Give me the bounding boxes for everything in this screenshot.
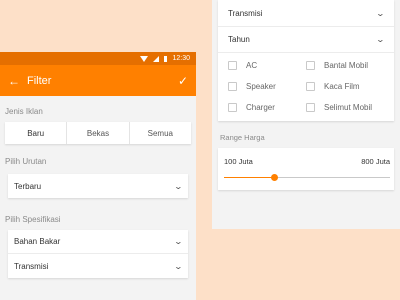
- check-icon[interactable]: ✓: [178, 75, 188, 87]
- urutan-value: Terbaru: [14, 181, 42, 191]
- chevron-down-icon: ⌄: [375, 8, 386, 18]
- filter-screen-left: 12:30 ← Filter ✓ Jenis Iklan Baru Bekas …: [0, 52, 196, 300]
- dropdown-label: Transmisi: [228, 8, 263, 18]
- spesifikasi-item-label: Bahan Bakar: [14, 237, 61, 246]
- dropdown-tahun[interactable]: Tahun ⌄: [218, 27, 394, 53]
- checkbox-label: Selimut Mobil: [324, 102, 373, 112]
- segment-bekas[interactable]: Bekas: [67, 122, 130, 144]
- checkbox-label: Kaca Film: [324, 81, 360, 91]
- range-max-label: 800 Juta: [361, 157, 390, 166]
- dropdown-transmisi[interactable]: Transmisi ⌄: [218, 0, 394, 27]
- price-slider-track[interactable]: [224, 174, 390, 181]
- checkbox-box[interactable]: [228, 81, 237, 91]
- app-bar: ← Filter ✓: [0, 65, 196, 96]
- spesifikasi-card-right: Transmisi ⌄ Tahun ⌄ AC Bantal Mobil Spea…: [218, 0, 394, 121]
- checkbox-box[interactable]: [306, 102, 315, 112]
- chevron-down-icon: ⌄: [173, 261, 184, 271]
- wifi-icon: [140, 55, 149, 62]
- spesifikasi-item-bahan-bakar[interactable]: Bahan Bakar ⌄: [8, 230, 188, 254]
- checkbox-bantal-mobil[interactable]: Bantal Mobil: [306, 57, 384, 73]
- jenis-iklan-label: Jenis Iklan: [5, 107, 43, 116]
- status-bar: 12:30: [0, 52, 196, 65]
- checkbox-selimut-mobil[interactable]: Selimut Mobil: [306, 99, 384, 115]
- feature-checklist: AC Bantal Mobil Speaker Kaca Film Charge…: [218, 53, 394, 121]
- range-min-label: 100 Juta: [224, 157, 253, 166]
- dropdown-label: Tahun: [228, 35, 250, 44]
- urutan-row[interactable]: Terbaru ⌄: [8, 174, 188, 198]
- segment-baru[interactable]: Baru: [5, 122, 68, 144]
- urutan-dropdown[interactable]: Terbaru ⌄: [8, 174, 188, 198]
- spesifikasi-label: Pilih Spesifikasi: [5, 215, 61, 224]
- checkbox-ac[interactable]: AC: [228, 57, 306, 73]
- price-slider-fill: [224, 177, 274, 178]
- checkbox-label: Charger: [246, 102, 275, 112]
- chevron-down-icon: ⌄: [173, 181, 184, 191]
- urutan-label: Pilih Urutan: [5, 157, 47, 166]
- jenis-iklan-segmented: Baru Bekas Semua: [5, 122, 191, 144]
- segment-semua[interactable]: Semua: [130, 122, 191, 144]
- checkbox-speaker[interactable]: Speaker: [228, 78, 306, 94]
- battery-icon: [164, 55, 168, 62]
- range-harga-label: Range Harga: [220, 133, 265, 142]
- checkbox-box[interactable]: [306, 81, 315, 91]
- price-slider-thumb[interactable]: [270, 174, 278, 181]
- arrow-left-icon[interactable]: ←: [8, 75, 22, 87]
- page-title: Filter: [27, 74, 52, 87]
- spesifikasi-list: Bahan Bakar ⌄ Transmisi ⌄: [8, 230, 188, 278]
- chevron-down-icon: ⌄: [173, 237, 184, 246]
- checkbox-box[interactable]: [228, 60, 237, 70]
- checkbox-box[interactable]: [228, 102, 237, 112]
- checkbox-label: Bantal Mobil: [324, 60, 369, 70]
- spesifikasi-item-label: Transmisi: [14, 261, 49, 271]
- range-harga-card: 100 Juta 800 Juta: [218, 148, 394, 190]
- spesifikasi-item-transmisi[interactable]: Transmisi ⌄: [8, 254, 188, 278]
- chevron-down-icon: ⌄: [375, 35, 386, 44]
- checkbox-box[interactable]: [306, 60, 315, 70]
- signal-icon: [153, 55, 160, 62]
- checkbox-label: Speaker: [246, 81, 276, 91]
- checkbox-charger[interactable]: Charger: [228, 99, 306, 115]
- status-time: 12:30: [172, 55, 190, 62]
- checkbox-label: AC: [246, 60, 258, 70]
- filter-screen-right: Transmisi ⌄ Tahun ⌄ AC Bantal Mobil Spea…: [212, 0, 400, 229]
- checkbox-kaca-film[interactable]: Kaca Film: [306, 78, 384, 94]
